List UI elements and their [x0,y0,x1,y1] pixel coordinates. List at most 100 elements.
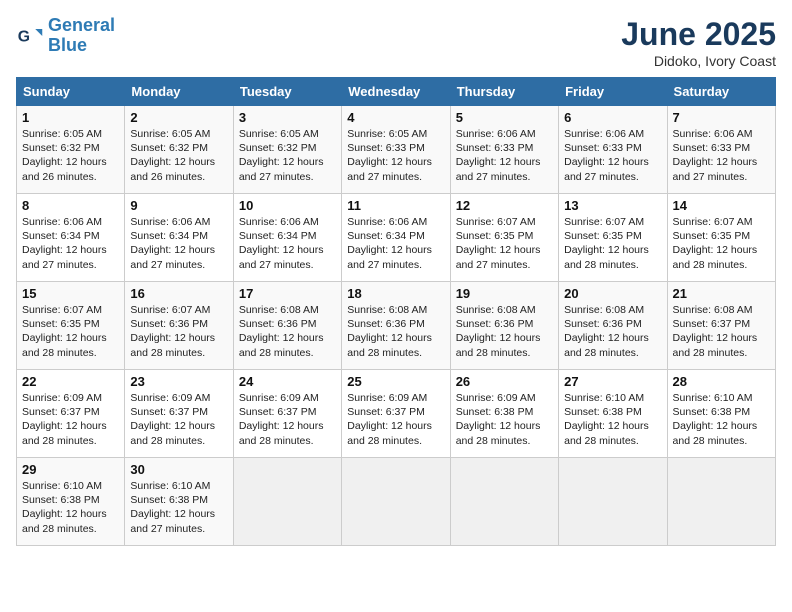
logo-icon: G [16,22,44,50]
day-number: 1 [22,110,119,125]
day-info: Sunrise: 6:10 AM Sunset: 6:38 PM Dayligh… [564,391,661,448]
calendar-body: 1 Sunrise: 6:05 AM Sunset: 6:32 PM Daylig… [17,106,776,546]
calendar-week-row: 22 Sunrise: 6:09 AM Sunset: 6:37 PM Dayli… [17,370,776,458]
day-number: 26 [456,374,553,389]
day-number: 9 [130,198,227,213]
day-number: 18 [347,286,444,301]
weekday-header-thursday: Thursday [450,78,558,106]
day-info: Sunrise: 6:05 AM Sunset: 6:32 PM Dayligh… [239,127,336,184]
day-info: Sunrise: 6:08 AM Sunset: 6:36 PM Dayligh… [239,303,336,360]
day-number: 3 [239,110,336,125]
day-number: 14 [673,198,770,213]
calendar-week-row: 1 Sunrise: 6:05 AM Sunset: 6:32 PM Daylig… [17,106,776,194]
day-info: Sunrise: 6:07 AM Sunset: 6:35 PM Dayligh… [456,215,553,272]
day-number: 17 [239,286,336,301]
calendar-cell: 7 Sunrise: 6:06 AM Sunset: 6:33 PM Daylig… [667,106,775,194]
weekday-header-sunday: Sunday [17,78,125,106]
svg-text:G: G [18,28,30,45]
day-number: 19 [456,286,553,301]
calendar-cell [667,458,775,546]
day-info: Sunrise: 6:06 AM Sunset: 6:34 PM Dayligh… [239,215,336,272]
weekday-header-saturday: Saturday [667,78,775,106]
day-info: Sunrise: 6:09 AM Sunset: 6:37 PM Dayligh… [347,391,444,448]
day-number: 16 [130,286,227,301]
calendar-cell: 2 Sunrise: 6:05 AM Sunset: 6:32 PM Daylig… [125,106,233,194]
calendar-cell: 9 Sunrise: 6:06 AM Sunset: 6:34 PM Daylig… [125,194,233,282]
day-number: 24 [239,374,336,389]
calendar-subtitle: Didoko, Ivory Coast [621,53,776,69]
calendar-cell: 27 Sunrise: 6:10 AM Sunset: 6:38 PM Dayli… [559,370,667,458]
day-info: Sunrise: 6:08 AM Sunset: 6:36 PM Dayligh… [456,303,553,360]
weekday-header-friday: Friday [559,78,667,106]
calendar-cell: 17 Sunrise: 6:08 AM Sunset: 6:36 PM Dayli… [233,282,341,370]
day-info: Sunrise: 6:06 AM Sunset: 6:34 PM Dayligh… [130,215,227,272]
logo-text: General Blue [48,16,115,56]
calendar-cell: 13 Sunrise: 6:07 AM Sunset: 6:35 PM Dayli… [559,194,667,282]
day-info: Sunrise: 6:09 AM Sunset: 6:37 PM Dayligh… [22,391,119,448]
day-info: Sunrise: 6:07 AM Sunset: 6:35 PM Dayligh… [673,215,770,272]
day-info: Sunrise: 6:07 AM Sunset: 6:36 PM Dayligh… [130,303,227,360]
calendar-cell: 26 Sunrise: 6:09 AM Sunset: 6:38 PM Dayli… [450,370,558,458]
day-info: Sunrise: 6:05 AM Sunset: 6:32 PM Dayligh… [130,127,227,184]
calendar-cell: 23 Sunrise: 6:09 AM Sunset: 6:37 PM Dayli… [125,370,233,458]
page-header: G General Blue June 2025 Didoko, Ivory C… [16,16,776,69]
weekday-header-wednesday: Wednesday [342,78,450,106]
day-number: 5 [456,110,553,125]
day-number: 2 [130,110,227,125]
calendar-week-row: 29 Sunrise: 6:10 AM Sunset: 6:38 PM Dayli… [17,458,776,546]
day-info: Sunrise: 6:06 AM Sunset: 6:33 PM Dayligh… [564,127,661,184]
day-number: 21 [673,286,770,301]
day-info: Sunrise: 6:10 AM Sunset: 6:38 PM Dayligh… [22,479,119,536]
day-info: Sunrise: 6:10 AM Sunset: 6:38 PM Dayligh… [673,391,770,448]
day-number: 27 [564,374,661,389]
day-number: 10 [239,198,336,213]
calendar-cell: 20 Sunrise: 6:08 AM Sunset: 6:36 PM Dayli… [559,282,667,370]
day-info: Sunrise: 6:06 AM Sunset: 6:34 PM Dayligh… [347,215,444,272]
day-number: 20 [564,286,661,301]
day-number: 11 [347,198,444,213]
calendar-header-row: SundayMondayTuesdayWednesdayThursdayFrid… [17,78,776,106]
calendar-week-row: 15Sunrise: 6:07 AM Sunset: 6:35 PM Dayli… [17,282,776,370]
calendar-cell: 3 Sunrise: 6:05 AM Sunset: 6:32 PM Daylig… [233,106,341,194]
calendar-title: June 2025 [621,16,776,53]
calendar-table: SundayMondayTuesdayWednesdayThursdayFrid… [16,77,776,546]
calendar-week-row: 8Sunrise: 6:06 AM Sunset: 6:34 PM Daylig… [17,194,776,282]
day-number: 23 [130,374,227,389]
logo: G General Blue [16,16,115,56]
weekday-header-monday: Monday [125,78,233,106]
day-number: 29 [22,462,119,477]
calendar-cell: 10 Sunrise: 6:06 AM Sunset: 6:34 PM Dayli… [233,194,341,282]
day-info: Sunrise: 6:06 AM Sunset: 6:33 PM Dayligh… [673,127,770,184]
day-number: 15 [22,286,119,301]
weekday-header-tuesday: Tuesday [233,78,341,106]
day-info: Sunrise: 6:05 AM Sunset: 6:32 PM Dayligh… [22,127,119,184]
calendar-cell: 22 Sunrise: 6:09 AM Sunset: 6:37 PM Dayli… [17,370,125,458]
day-number: 6 [564,110,661,125]
day-info: Sunrise: 6:09 AM Sunset: 6:38 PM Dayligh… [456,391,553,448]
day-info: Sunrise: 6:08 AM Sunset: 6:36 PM Dayligh… [564,303,661,360]
day-info: Sunrise: 6:08 AM Sunset: 6:37 PM Dayligh… [673,303,770,360]
calendar-cell [559,458,667,546]
calendar-cell: 29 Sunrise: 6:10 AM Sunset: 6:38 PM Dayli… [17,458,125,546]
day-number: 7 [673,110,770,125]
calendar-cell: 11 Sunrise: 6:06 AM Sunset: 6:34 PM Dayli… [342,194,450,282]
calendar-cell: 6 Sunrise: 6:06 AM Sunset: 6:33 PM Daylig… [559,106,667,194]
calendar-cell: 19 Sunrise: 6:08 AM Sunset: 6:36 PM Dayli… [450,282,558,370]
day-info: Sunrise: 6:10 AM Sunset: 6:38 PM Dayligh… [130,479,227,536]
calendar-cell: 16 Sunrise: 6:07 AM Sunset: 6:36 PM Dayli… [125,282,233,370]
day-number: 4 [347,110,444,125]
calendar-cell: 25 Sunrise: 6:09 AM Sunset: 6:37 PM Dayli… [342,370,450,458]
day-info: Sunrise: 6:09 AM Sunset: 6:37 PM Dayligh… [130,391,227,448]
calendar-cell: 15Sunrise: 6:07 AM Sunset: 6:35 PM Dayli… [17,282,125,370]
calendar-cell [450,458,558,546]
day-number: 22 [22,374,119,389]
day-number: 13 [564,198,661,213]
day-number: 25 [347,374,444,389]
day-number: 28 [673,374,770,389]
calendar-cell: 24Sunrise: 6:09 AM Sunset: 6:37 PM Dayli… [233,370,341,458]
title-area: June 2025 Didoko, Ivory Coast [621,16,776,69]
day-info: Sunrise: 6:07 AM Sunset: 6:35 PM Dayligh… [564,215,661,272]
day-info: Sunrise: 6:06 AM Sunset: 6:33 PM Dayligh… [456,127,553,184]
day-number: 12 [456,198,553,213]
calendar-cell: 21 Sunrise: 6:08 AM Sunset: 6:37 PM Dayli… [667,282,775,370]
